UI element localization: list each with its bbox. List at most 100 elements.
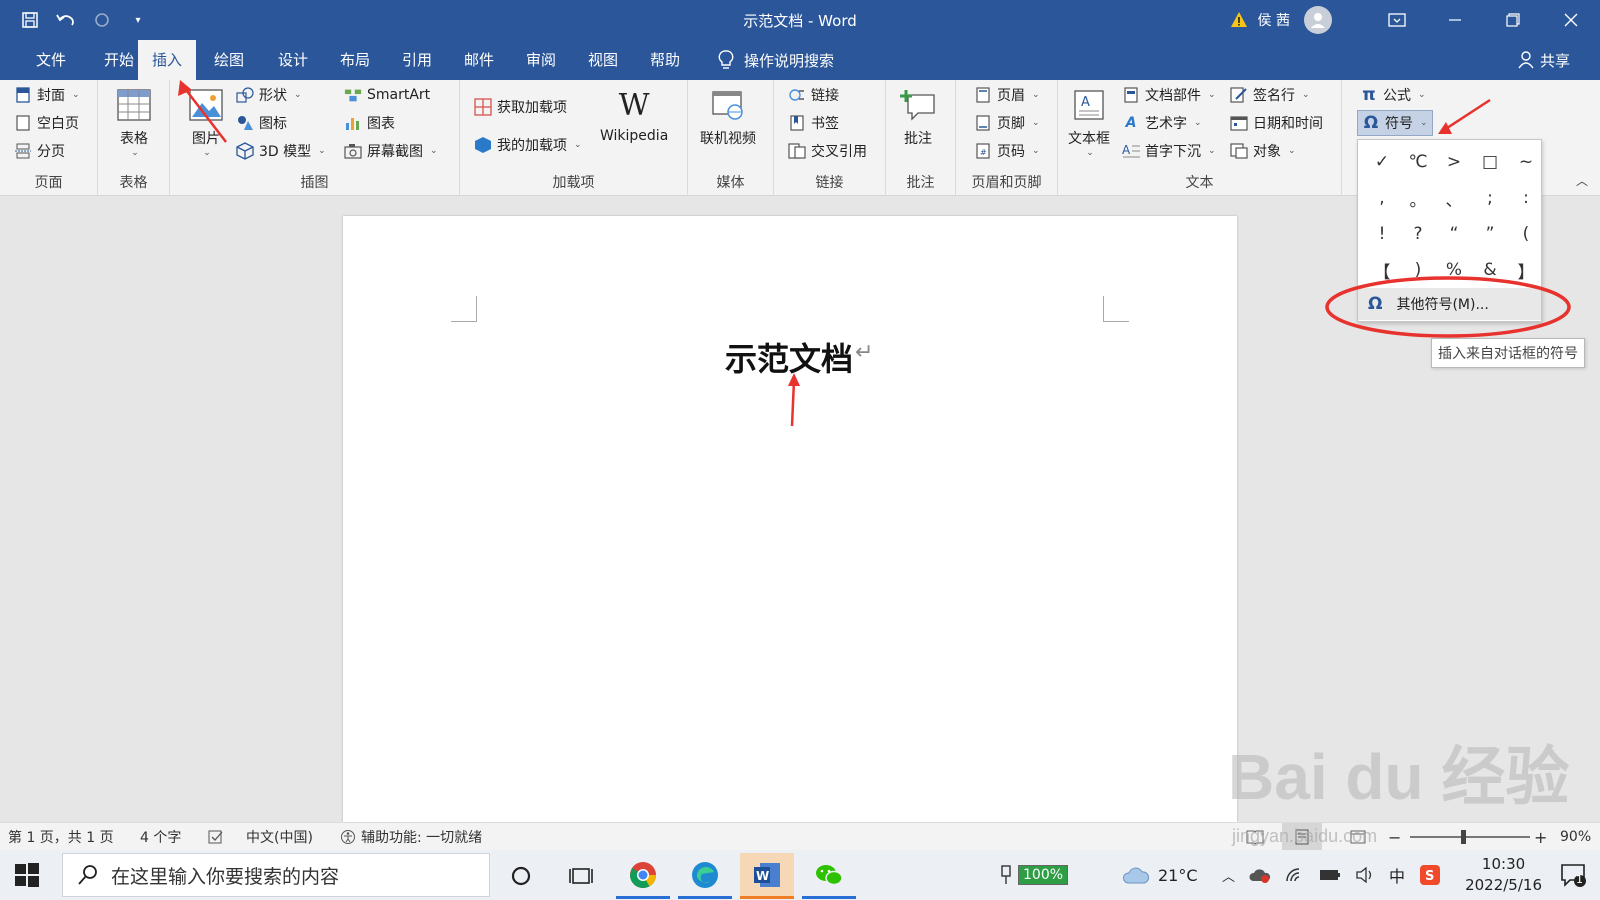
tab-file[interactable]: 文件 [22, 40, 80, 80]
weather-widget[interactable]: 21°C [1122, 850, 1198, 900]
tab-view[interactable]: 视图 [574, 40, 632, 80]
tab-help[interactable]: 帮助 [636, 40, 694, 80]
tab-layout[interactable]: 布局 [326, 40, 384, 80]
new-comment-button[interactable]: 批注 [900, 86, 936, 148]
symbol-cell[interactable]: 、 [1436, 180, 1472, 216]
cover-page-button[interactable]: 封面 ⌄ [14, 82, 80, 108]
avatar[interactable] [1304, 6, 1332, 34]
wordart-button[interactable]: A 艺术字 ⌄ [1122, 110, 1202, 136]
shapes-button[interactable]: 形状 ⌄ [236, 82, 302, 108]
volume-icon[interactable] [1355, 867, 1375, 883]
warning-icon[interactable] [1230, 11, 1248, 29]
blank-page-button[interactable]: 空白页 [14, 110, 79, 136]
tab-mailings[interactable]: 邮件 [450, 40, 508, 80]
onedrive-icon[interactable] [1249, 867, 1271, 883]
tab-insert[interactable]: 插入 [138, 40, 197, 80]
symbol-cell[interactable]: ~ [1508, 144, 1544, 180]
ime-indicator[interactable]: 中 [1389, 863, 1405, 887]
symbol-button[interactable]: Ω 符号 ⌄ [1357, 110, 1433, 136]
zoom-slider-thumb[interactable] [1461, 830, 1467, 844]
date-time-button[interactable]: 日期和时间 [1230, 110, 1323, 136]
system-clock[interactable]: 10:30 2022/5/16 [1465, 854, 1542, 896]
text-box-button[interactable]: A 文本框 ⌄ [1068, 86, 1110, 158]
header-button[interactable]: 页眉 ⌄ [974, 82, 1040, 108]
tab-draw[interactable]: 绘图 [200, 40, 258, 80]
wechat-icon[interactable] [802, 853, 856, 899]
symbol-cell[interactable]: ; [1472, 180, 1508, 216]
task-view-icon[interactable] [554, 853, 608, 899]
restore-button[interactable] [1484, 0, 1542, 40]
zoom-slider[interactable] [1410, 836, 1530, 838]
symbol-cell[interactable]: ✓ [1364, 144, 1400, 180]
symbol-cell[interactable]: , [1364, 180, 1400, 216]
object-button[interactable]: 对象 ⌄ [1230, 138, 1296, 164]
symbol-cell[interactable]: 】 [1508, 252, 1544, 288]
link-button[interactable]: 链接 [788, 82, 839, 108]
taskbar-search-box[interactable]: 在这里输入你要搜索的内容 [62, 853, 490, 897]
zoom-in-button[interactable]: + [1534, 823, 1547, 851]
chrome-icon[interactable] [616, 853, 670, 899]
symbol-cell[interactable]: 【 [1364, 252, 1400, 288]
tab-review[interactable]: 审阅 [512, 40, 570, 80]
signature-line-button[interactable]: 签名行 ⌄ [1230, 82, 1310, 108]
symbol-cell[interactable]: □ [1472, 144, 1508, 180]
symbol-cell[interactable]: ! [1364, 216, 1400, 252]
get-addins-button[interactable]: 获取加载项 [474, 94, 567, 120]
windows-start-icon[interactable] [14, 862, 40, 888]
sogou-input-icon[interactable]: S [1419, 864, 1441, 886]
drop-cap-button[interactable]: A 首字下沉 ⌄ [1122, 138, 1216, 164]
collapse-ribbon-icon[interactable]: ︿ [1576, 172, 1588, 189]
symbol-cell[interactable]: & [1472, 252, 1508, 288]
page-number-button[interactable]: # 页码 ⌄ [974, 138, 1040, 164]
tell-me-search[interactable]: 操作说明搜索 [718, 40, 834, 80]
screenshot-button[interactable]: 屏幕截图 ⌄ [344, 138, 438, 164]
equation-button[interactable]: π 公式 ⌄ [1360, 82, 1425, 108]
zoom-level[interactable]: 90% [1560, 823, 1591, 851]
page-break-button[interactable]: 分页 [14, 138, 65, 164]
symbol-cell[interactable]: ” [1472, 216, 1508, 252]
symbol-cell[interactable]: 。 [1400, 180, 1436, 216]
chevron-up-icon[interactable]: ︿ [1222, 866, 1235, 885]
symbol-cell[interactable]: ℃ [1400, 144, 1436, 180]
picture-button[interactable]: 图片 ⌄ [188, 86, 224, 158]
share-button[interactable]: 共享 [1518, 40, 1570, 80]
bookmark-button[interactable]: 书签 [788, 110, 839, 136]
icons-button[interactable]: 图标 [236, 110, 287, 136]
chart-button[interactable]: 图表 [344, 110, 395, 136]
document-heading[interactable]: 示范文档 [725, 334, 853, 380]
accessibility-status[interactable]: 辅助功能: 一切就绪 [340, 823, 482, 851]
edge-icon[interactable] [678, 853, 732, 899]
zoom-out-button[interactable]: − [1388, 823, 1401, 851]
minimize-button[interactable] [1426, 0, 1484, 40]
table-button[interactable]: 表格 ⌄ [116, 86, 152, 158]
more-symbols-button[interactable]: Ω 其他符号(M)... [1358, 288, 1541, 320]
word-taskbar-icon[interactable]: W [740, 853, 794, 899]
close-button[interactable] [1542, 0, 1600, 40]
page[interactable]: 示范文档 ↵ [343, 216, 1237, 822]
notification-center-icon[interactable]: 1 [1560, 862, 1586, 888]
symbol-cell[interactable]: ? [1400, 216, 1436, 252]
smartart-button[interactable]: SmartArt [344, 82, 430, 108]
word-count[interactable]: 4 个字 [140, 823, 181, 851]
wikipedia-button[interactable]: W Wikipedia [600, 86, 668, 145]
footer-button[interactable]: 页脚 ⌄ [974, 110, 1040, 136]
cross-reference-button[interactable]: 交叉引用 [788, 138, 867, 164]
ribbon-display-options-icon[interactable] [1368, 0, 1426, 40]
3d-models-button[interactable]: 3D 模型 ⌄ [236, 138, 326, 164]
language-indicator[interactable]: 中文(中国) [246, 823, 313, 851]
quick-parts-button[interactable]: 文档部件 ⌄ [1122, 82, 1216, 108]
battery-icon[interactable] [1319, 868, 1341, 882]
battery-indicator[interactable]: 100% [998, 850, 1069, 900]
symbol-cell[interactable]: “ [1436, 216, 1472, 252]
symbol-cell[interactable]: ( [1508, 216, 1544, 252]
tab-references[interactable]: 引用 [388, 40, 446, 80]
page-count[interactable]: 第 1 页，共 1 页 [8, 823, 114, 851]
user-name[interactable]: 侯 茜 [1258, 10, 1290, 30]
online-video-button[interactable]: 联机视频 [700, 86, 756, 148]
tab-design[interactable]: 设计 [264, 40, 322, 80]
symbol-cell[interactable]: : [1508, 180, 1544, 216]
symbol-cell[interactable]: > [1436, 144, 1472, 180]
cortana-icon[interactable] [494, 853, 548, 899]
proofing-icon[interactable] [208, 823, 224, 851]
my-addins-button[interactable]: 我的加载项 ⌄ [474, 132, 582, 158]
